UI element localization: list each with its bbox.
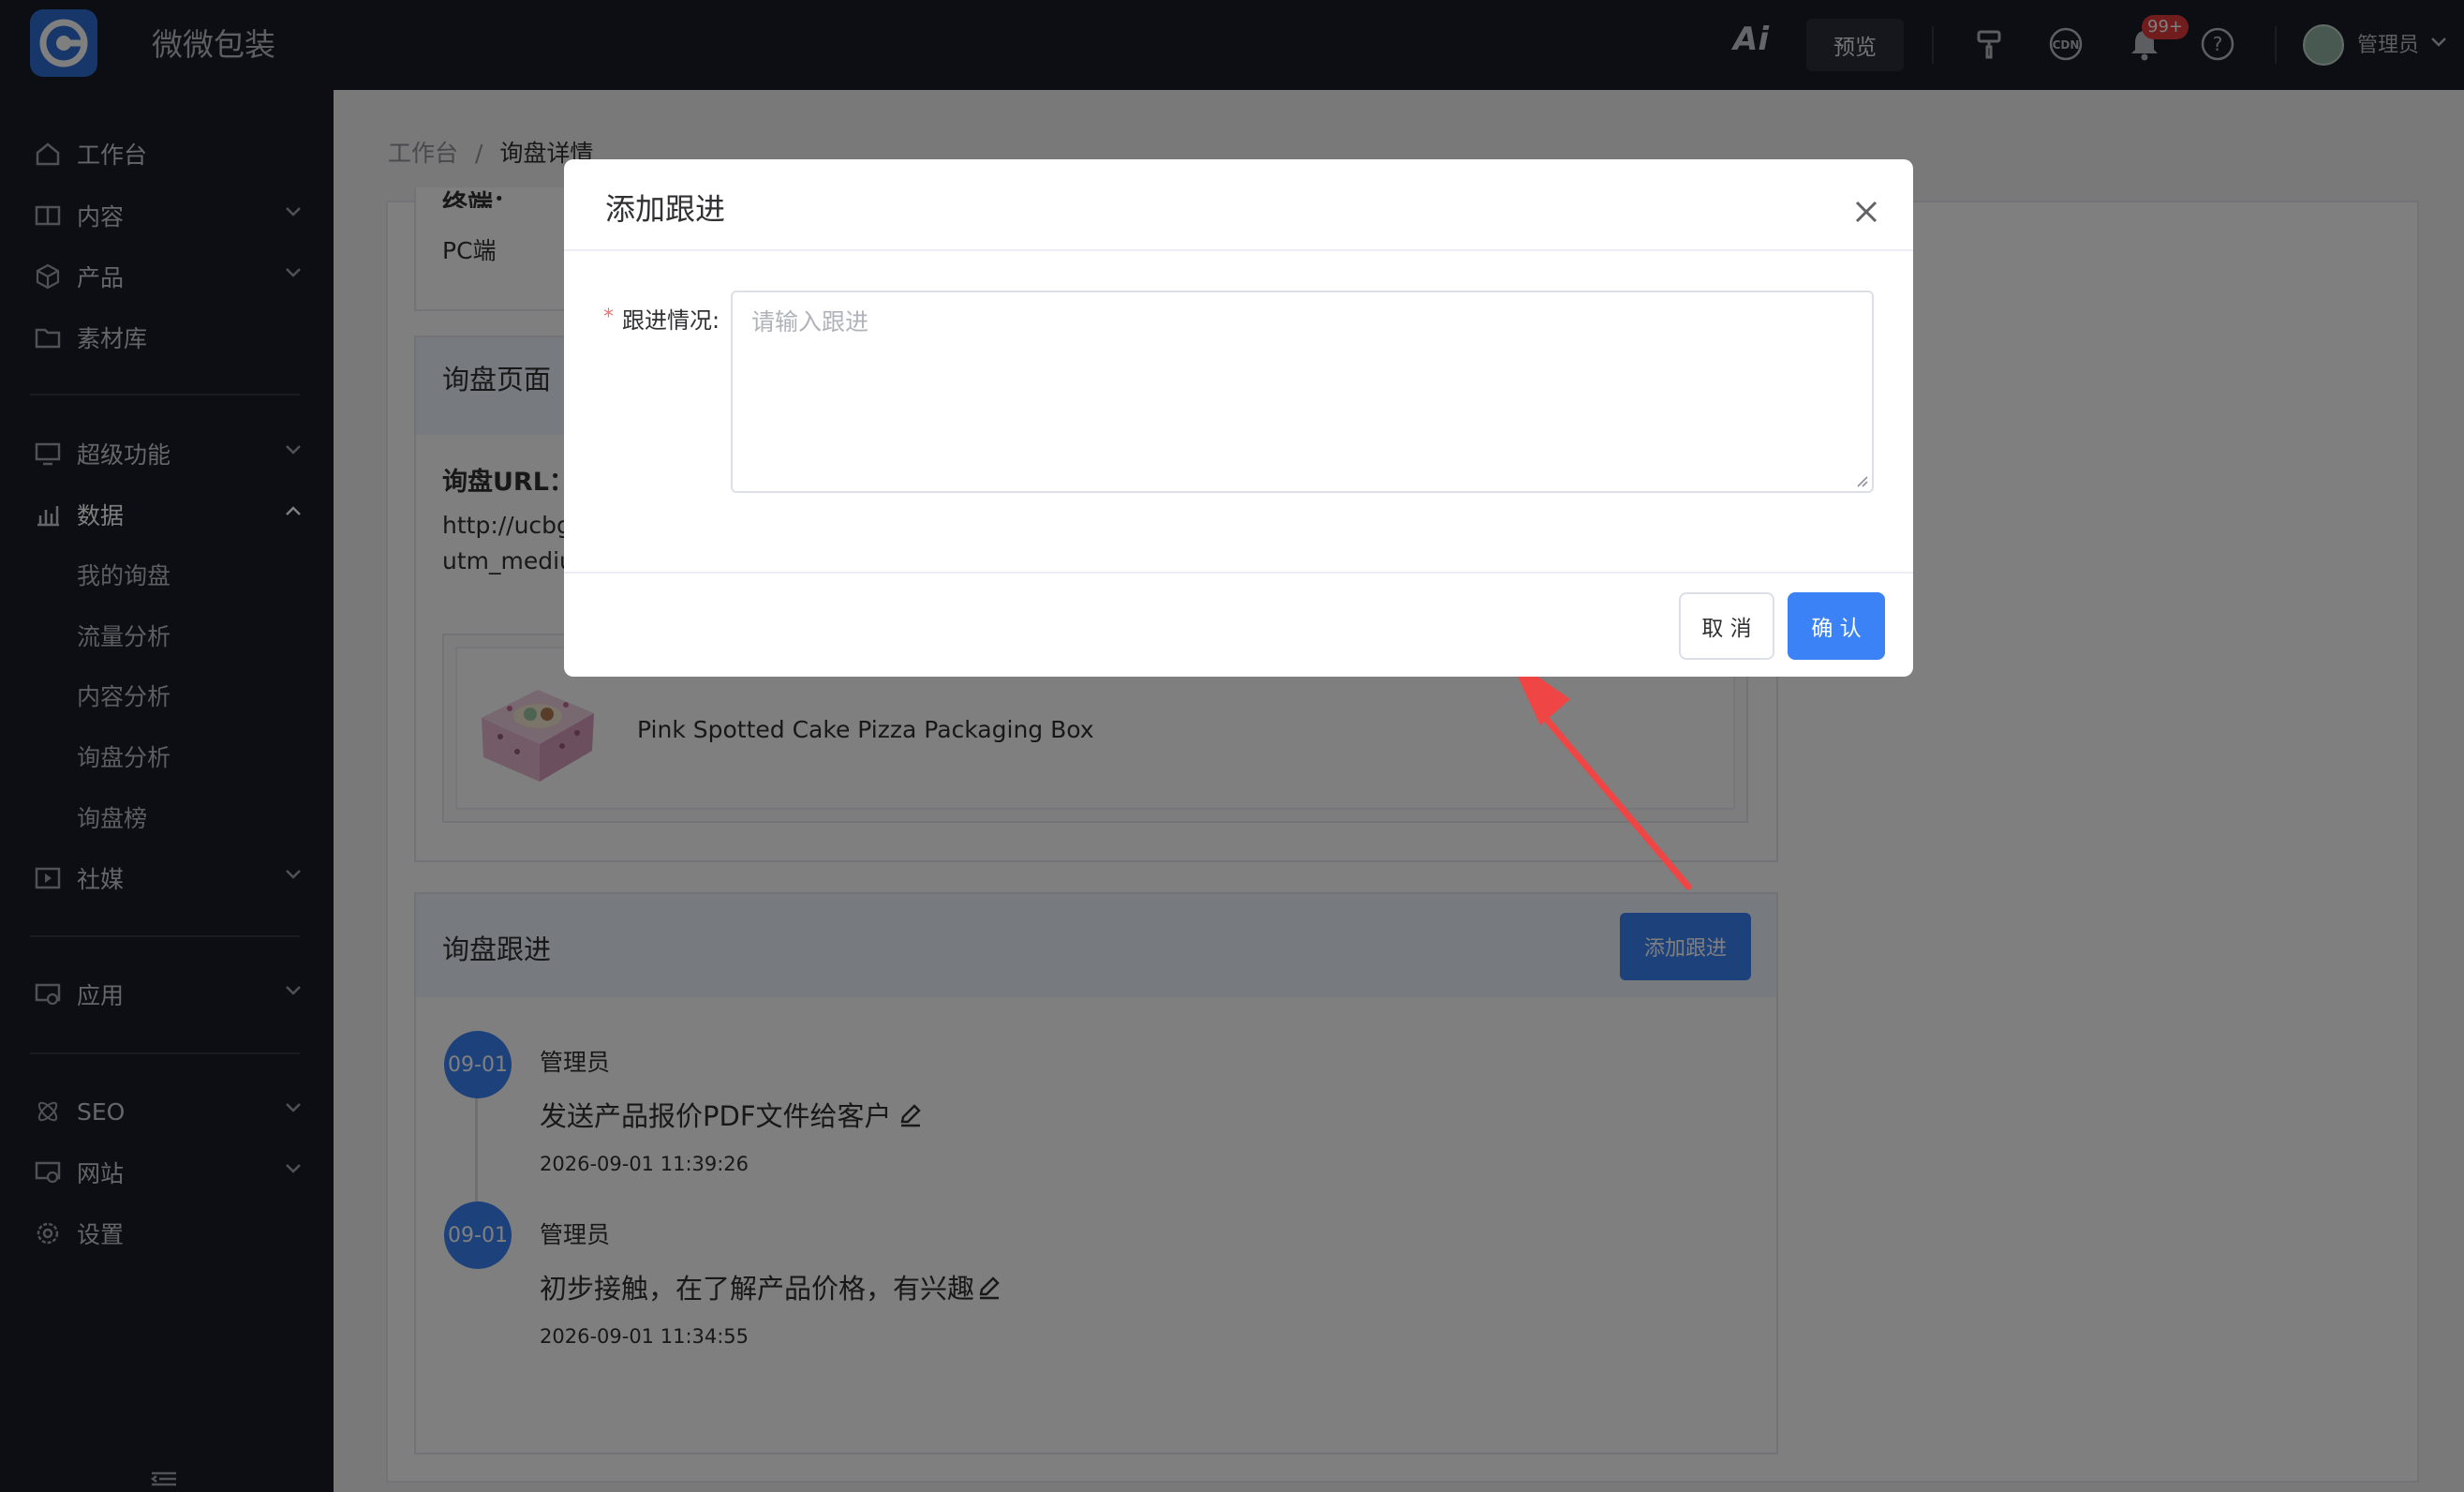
close-icon[interactable] xyxy=(1848,193,1885,231)
dialog-divider xyxy=(564,572,1913,574)
cancel-button[interactable]: 取 消 xyxy=(1679,592,1774,660)
followup-field-label: 跟进情况: xyxy=(622,307,720,334)
resize-handle-icon[interactable] xyxy=(1855,474,1868,487)
annotation-arrow xyxy=(1508,656,1692,890)
textarea-placeholder: 请输入跟进 xyxy=(751,308,869,336)
followup-textarea[interactable]: 请输入跟进 xyxy=(731,291,1874,493)
required-mark: * xyxy=(603,306,614,329)
add-followup-dialog: 添加跟进 * 跟进情况: 请输入跟进 取 消 确 认 xyxy=(564,159,1913,677)
dialog-title: 添加跟进 xyxy=(605,191,726,227)
confirm-button[interactable]: 确 认 xyxy=(1788,592,1885,660)
dialog-divider xyxy=(564,249,1913,251)
